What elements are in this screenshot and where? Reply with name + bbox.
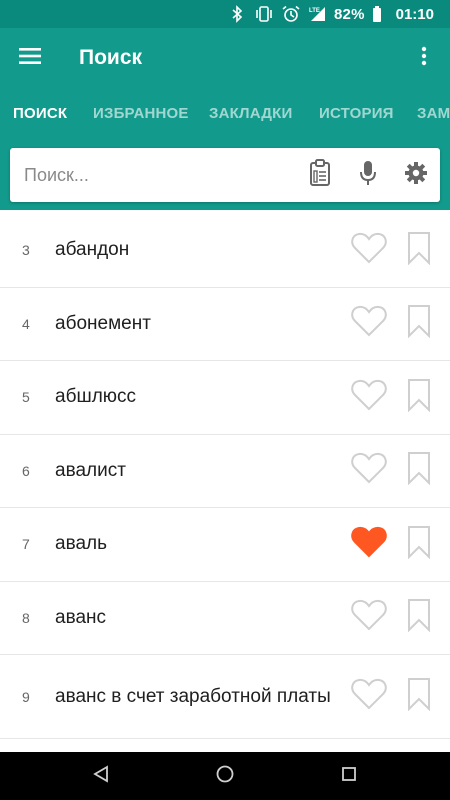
bookmark-outline-icon bbox=[407, 525, 431, 564]
battery-icon bbox=[372, 5, 382, 23]
heart-outline-icon bbox=[351, 379, 387, 416]
bookmark-button[interactable] bbox=[401, 597, 437, 639]
tab-favorites[interactable]: ИЗБРАННОЕ bbox=[93, 88, 189, 140]
heart-outline-icon bbox=[351, 232, 387, 269]
bookmark-button[interactable] bbox=[401, 676, 437, 718]
item-word: аванс bbox=[55, 606, 107, 628]
bookmark-button[interactable] bbox=[401, 523, 437, 565]
search-area bbox=[0, 140, 450, 210]
item-number: 8 bbox=[22, 609, 30, 626]
favorite-button[interactable] bbox=[348, 229, 390, 271]
bookmark-outline-icon bbox=[407, 304, 431, 343]
bookmark-button[interactable] bbox=[401, 303, 437, 345]
tab-bar: ПОИСК ИЗБРАННОЕ ЗАКЛАДКИ ИСТОРИЯ ЗАМ bbox=[0, 88, 450, 140]
tab-notes[interactable]: ЗАМ bbox=[417, 88, 450, 140]
svg-text:LTE: LTE bbox=[309, 8, 320, 14]
microphone-icon bbox=[359, 160, 377, 191]
voice-search-button[interactable] bbox=[344, 148, 392, 202]
menu-button[interactable] bbox=[0, 28, 60, 88]
tab-history[interactable]: ИСТОРИЯ bbox=[319, 88, 394, 140]
favorite-button[interactable] bbox=[348, 676, 390, 718]
bookmark-outline-icon bbox=[407, 378, 431, 417]
settings-icon bbox=[404, 161, 428, 190]
app-bar: Поиск bbox=[0, 28, 450, 88]
word-list: 3 абандон 4 абонемент 5 абшлюсс 6 авалис… bbox=[0, 214, 450, 739]
list-item[interactable]: 8 аванс bbox=[0, 582, 450, 655]
list-item[interactable]: 6 авалист bbox=[0, 435, 450, 508]
bookmark-outline-icon bbox=[407, 231, 431, 270]
recents-button[interactable] bbox=[319, 752, 379, 800]
item-word: абшлюсс bbox=[55, 386, 137, 408]
heart-outline-icon bbox=[351, 305, 387, 342]
item-word: аванс в счет заработной платы bbox=[55, 685, 331, 707]
heart-outline-icon bbox=[351, 452, 387, 489]
back-button[interactable] bbox=[71, 752, 131, 800]
search-box bbox=[10, 148, 440, 202]
list-item[interactable]: 4 абонемент bbox=[0, 288, 450, 361]
clock: 01:10 bbox=[395, 5, 434, 23]
bluetooth-icon bbox=[227, 5, 247, 23]
more-vert-icon bbox=[421, 46, 427, 71]
favorite-button[interactable] bbox=[348, 450, 390, 492]
bookmark-outline-icon bbox=[407, 451, 431, 490]
vibrate-icon bbox=[254, 5, 274, 23]
list-item[interactable]: 5 абшлюсс bbox=[0, 361, 450, 435]
item-number: 7 bbox=[22, 536, 30, 553]
alarm-icon bbox=[281, 5, 301, 23]
favorite-button[interactable] bbox=[348, 597, 390, 639]
item-word: авалист bbox=[55, 459, 126, 481]
bookmark-button[interactable] bbox=[401, 376, 437, 418]
list-item[interactable]: 9 аванс в счет заработной платы bbox=[0, 655, 450, 739]
item-number: 6 bbox=[22, 462, 30, 479]
item-number: 5 bbox=[22, 389, 30, 406]
lte-signal-icon: LTE bbox=[308, 5, 328, 23]
recents-icon bbox=[340, 765, 358, 788]
heart-outline-icon bbox=[351, 678, 387, 715]
tab-search[interactable]: ПОИСК bbox=[13, 88, 67, 140]
home-button[interactable] bbox=[195, 752, 255, 800]
item-number: 4 bbox=[22, 315, 30, 332]
search-input[interactable] bbox=[10, 148, 296, 202]
more-options-button[interactable] bbox=[398, 28, 450, 88]
status-bar: LTE 82% 01:10 bbox=[0, 0, 450, 28]
favorite-button[interactable] bbox=[348, 523, 390, 565]
bookmark-button[interactable] bbox=[401, 229, 437, 271]
heart-outline-icon bbox=[351, 599, 387, 636]
item-word: абандон bbox=[55, 239, 130, 261]
tab-bookmarks[interactable]: ЗАКЛАДКИ bbox=[209, 88, 293, 140]
heart-filled-icon bbox=[351, 526, 387, 563]
bookmark-button[interactable] bbox=[401, 450, 437, 492]
bookmark-outline-icon bbox=[407, 598, 431, 637]
menu-icon bbox=[19, 47, 41, 69]
item-word: аваль bbox=[55, 533, 107, 555]
list-item[interactable]: 7 аваль bbox=[0, 508, 450, 582]
back-icon bbox=[92, 764, 110, 788]
favorite-button[interactable] bbox=[348, 376, 390, 418]
item-number: 3 bbox=[22, 242, 30, 259]
home-icon bbox=[215, 764, 235, 789]
system-nav-bar bbox=[0, 752, 450, 800]
clipboard-icon bbox=[308, 158, 332, 192]
list-item[interactable]: 3 абандон bbox=[0, 214, 450, 288]
favorite-button[interactable] bbox=[348, 303, 390, 345]
battery-percent: 82% bbox=[334, 5, 365, 23]
page-title: Поиск bbox=[79, 46, 143, 69]
item-number: 9 bbox=[22, 688, 30, 705]
item-word: абонемент bbox=[55, 312, 151, 334]
bookmark-outline-icon bbox=[407, 677, 431, 716]
search-settings-button[interactable] bbox=[392, 148, 440, 202]
paste-button[interactable] bbox=[296, 148, 344, 202]
